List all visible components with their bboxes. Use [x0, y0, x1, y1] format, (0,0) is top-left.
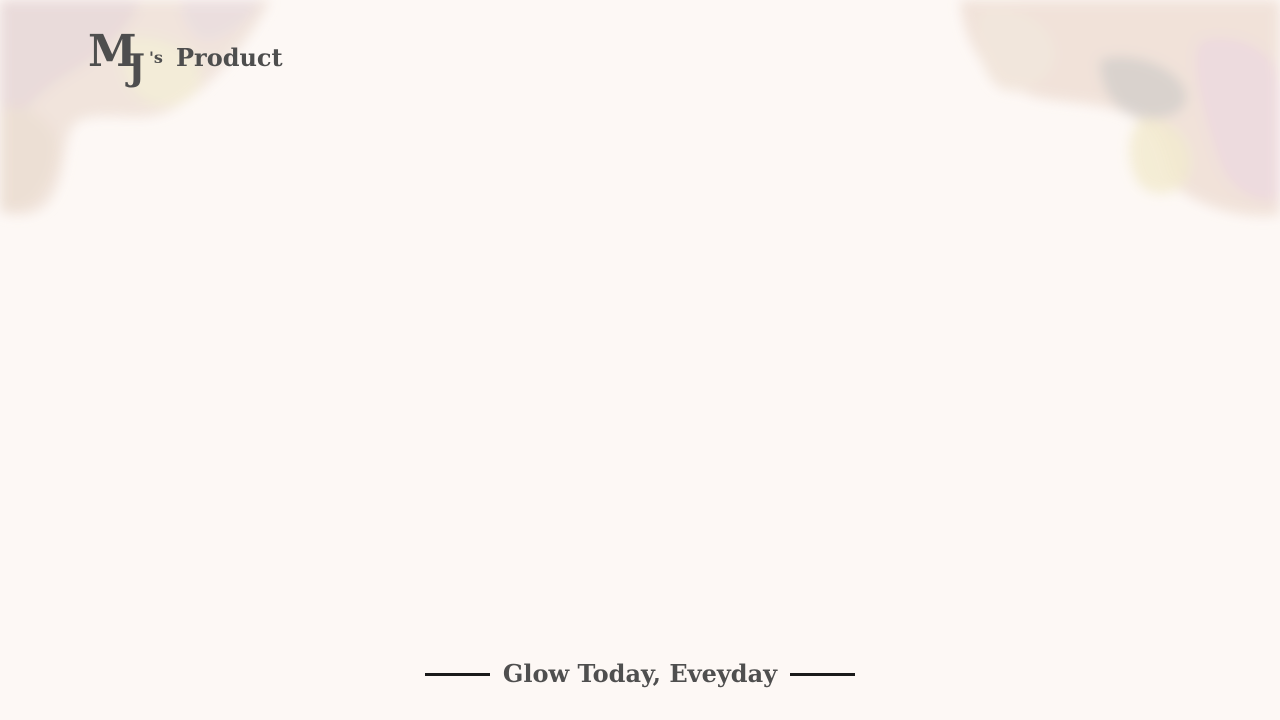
tagline-left-rule — [424, 672, 490, 676]
tagline: Glow Today, Eveyday — [0, 656, 1280, 692]
logo-letter-j: J — [128, 47, 146, 89]
logo-apostrophe-s: 's — [149, 48, 163, 67]
logo-product-text: Product — [176, 43, 283, 72]
watercolor-decoration-right — [960, 0, 1280, 216]
tagline-right-rule — [790, 672, 856, 676]
tagline-text: Glow Today, Eveyday — [502, 659, 778, 688]
brand-logo: M J 's Product — [88, 26, 328, 88]
